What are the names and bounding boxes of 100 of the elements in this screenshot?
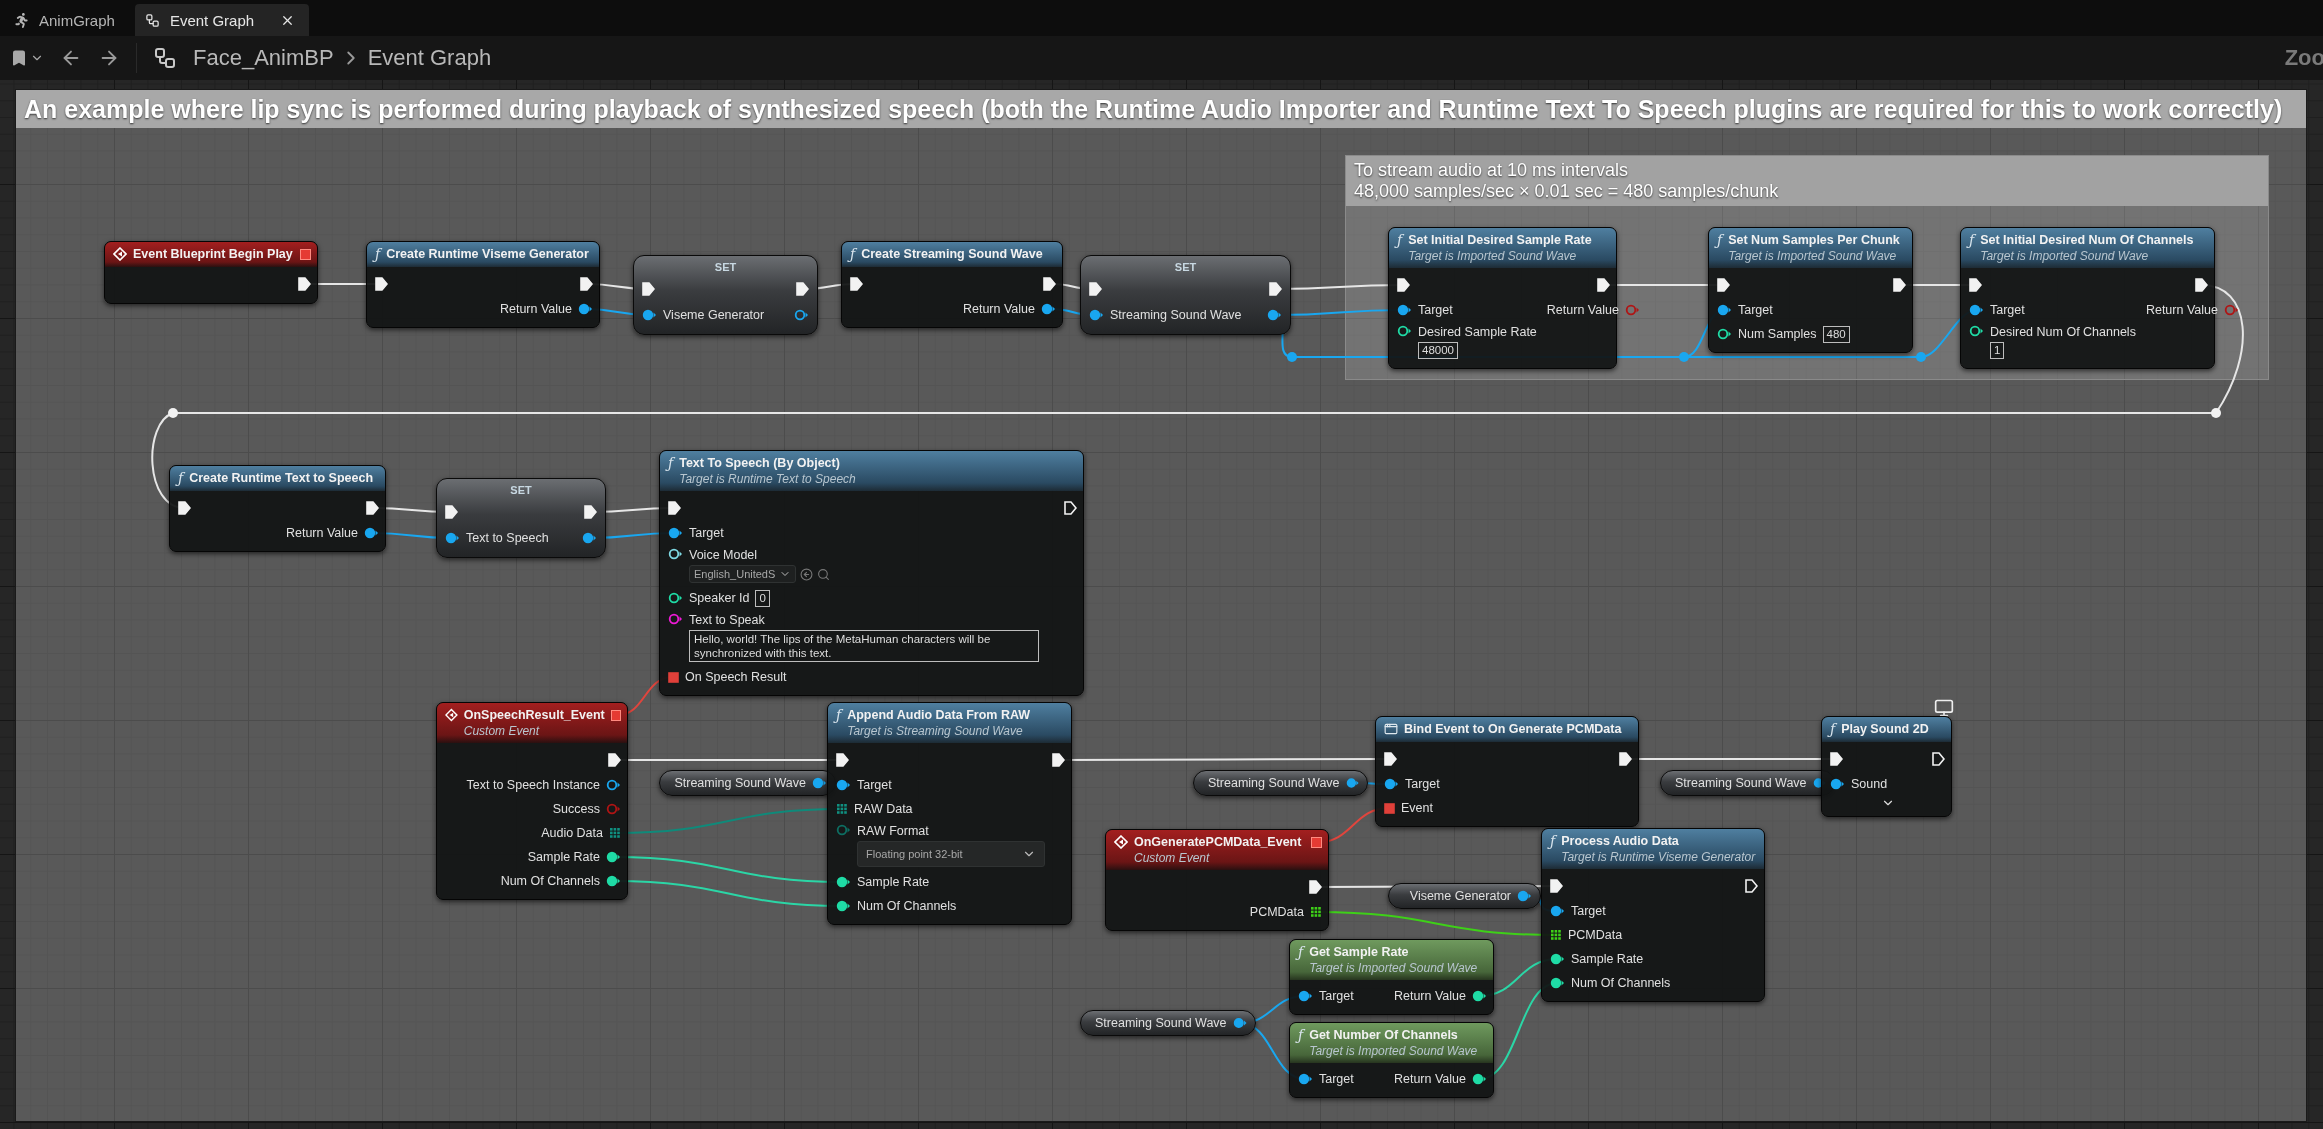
dropdown[interactable]: Floating point 32-bit bbox=[857, 841, 1045, 867]
pin-icon[interactable] bbox=[364, 527, 379, 539]
pin-icon[interactable] bbox=[1550, 905, 1565, 917]
exec-pin-icon[interactable] bbox=[375, 277, 388, 291]
dropdown[interactable]: English_UnitedS bbox=[689, 565, 797, 583]
pin-icon[interactable] bbox=[1830, 778, 1845, 790]
graph-node[interactable]: OnSpeechResult_Event Custom Event Text to Speech Instance Success Audio Data Sample Rate Num Of Channels bbox=[436, 702, 628, 900]
pin-icon[interactable] bbox=[1397, 304, 1412, 316]
graph-node[interactable] bbox=[659, 450, 1084, 696]
graph-node[interactable]: Event Blueprint Begin Play bbox=[104, 241, 318, 304]
exec-pin-icon[interactable] bbox=[298, 277, 311, 291]
exec-pin-icon[interactable] bbox=[1309, 880, 1322, 894]
exec-pin-icon[interactable] bbox=[1089, 282, 1102, 296]
reroute-knot[interactable] bbox=[1287, 352, 1297, 362]
number-field[interactable]: 1 bbox=[1990, 342, 2005, 359]
pin-icon[interactable] bbox=[1472, 1073, 1487, 1085]
pin-icon[interactable] bbox=[836, 876, 851, 888]
exec-pin-icon[interactable] bbox=[1384, 752, 1397, 766]
exec-pin-icon[interactable] bbox=[608, 753, 621, 767]
delegate-pin-icon[interactable] bbox=[610, 710, 621, 721]
exec-pin-icon[interactable] bbox=[1550, 879, 1563, 893]
number-field[interactable]: 480 bbox=[1822, 325, 1850, 343]
pin-icon[interactable] bbox=[1550, 977, 1565, 989]
graph-node[interactable]: ƒ Process Audio Data Target is Runtime Viseme Generator Target PCMData Sample Rate Num Of Channels bbox=[1541, 828, 1765, 1002]
reroute-knot[interactable] bbox=[168, 408, 178, 418]
exec-pin-icon[interactable] bbox=[1052, 753, 1065, 767]
variable-node[interactable]: Streaming Sound Wave bbox=[1080, 1010, 1256, 1036]
variable-node[interactable]: Viseme Generator bbox=[1388, 883, 1541, 909]
pin-icon[interactable] bbox=[1969, 304, 1984, 316]
exec-pin-icon[interactable] bbox=[2195, 278, 2208, 292]
exec-pin-icon[interactable] bbox=[1619, 752, 1632, 766]
pin-icon[interactable] bbox=[606, 851, 621, 863]
pin-icon[interactable] bbox=[606, 779, 621, 791]
exec-pin-icon[interactable] bbox=[1932, 752, 1945, 766]
array-pin-icon[interactable] bbox=[836, 803, 848, 815]
array-pin-icon[interactable] bbox=[1310, 906, 1322, 918]
exec-pin-icon[interactable] bbox=[584, 505, 597, 519]
tab[interactable]: AnimGraph bbox=[4, 4, 129, 36]
pin-icon[interactable] bbox=[582, 532, 597, 544]
breadcrumb-item[interactable]: Event Graph bbox=[367, 45, 492, 71]
graph-node[interactable]: ƒ Create Streaming Sound Wave Return Value bbox=[841, 241, 1063, 328]
set-node[interactable]: SET Streaming Sound Wave bbox=[1080, 255, 1291, 335]
delegate-pin-icon[interactable] bbox=[1384, 802, 1395, 814]
exec-pin-icon[interactable] bbox=[1969, 278, 1982, 292]
exec-pin-icon[interactable] bbox=[836, 753, 849, 767]
number-field[interactable]: 0 bbox=[755, 589, 770, 607]
exec-pin-icon[interactable] bbox=[1397, 278, 1410, 292]
reroute-knot[interactable] bbox=[2211, 408, 2221, 418]
pin-icon[interactable] bbox=[1717, 328, 1732, 340]
pin-icon[interactable] bbox=[668, 527, 683, 539]
exec-pin-icon[interactable] bbox=[1064, 501, 1077, 515]
graph-node[interactable]: ƒ Get Number Of Channels Target is Imported Sound Wave Target Return Value bbox=[1289, 1022, 1494, 1098]
pin-icon[interactable] bbox=[1517, 890, 1532, 902]
set-node[interactable]: SET Text to Speech bbox=[436, 478, 606, 558]
exec-pin-icon[interactable] bbox=[1745, 879, 1758, 893]
exec-pin-icon[interactable] bbox=[1043, 277, 1056, 291]
exec-pin-icon[interactable] bbox=[366, 501, 379, 515]
graph-node[interactable]: ƒ Create Runtime Text to Speech Return Value bbox=[169, 465, 386, 552]
pin-icon[interactable] bbox=[445, 532, 460, 544]
bookmark-icon[interactable] bbox=[10, 49, 28, 67]
graph-node[interactable]: ƒ Play Sound 2D Sound bbox=[1821, 716, 1952, 817]
pin-icon[interactable] bbox=[642, 309, 657, 321]
exec-pin-icon[interactable] bbox=[445, 505, 458, 519]
pin-icon[interactable] bbox=[1384, 778, 1399, 790]
breadcrumb-item[interactable]: Face_AnimBP bbox=[193, 45, 334, 71]
tab[interactable]: Event Graph bbox=[134, 4, 309, 36]
exec-pin-icon[interactable] bbox=[1597, 278, 1610, 292]
pin-icon[interactable] bbox=[2223, 304, 2239, 316]
array-pin-icon[interactable] bbox=[609, 827, 621, 839]
pin-icon[interactable] bbox=[812, 777, 827, 789]
pin-icon[interactable] bbox=[1298, 1073, 1313, 1085]
pin-icon[interactable] bbox=[1232, 1017, 1247, 1029]
exec-pin-icon[interactable] bbox=[1717, 278, 1730, 292]
exec-pin-icon[interactable] bbox=[850, 277, 863, 291]
text-field[interactable]: Hello, world! The lips of the MetaHuman characters will be synchronized with this text. bbox=[689, 630, 1039, 662]
pin-icon[interactable] bbox=[1717, 304, 1732, 316]
graph-node[interactable]: ƒ Create Runtime Viseme Generator Return Value bbox=[366, 241, 600, 328]
pin-icon[interactable] bbox=[1345, 777, 1359, 789]
graph-node[interactable]: OnGeneratePCMData_Event Custom Event PCMData bbox=[1105, 829, 1329, 931]
exec-pin-icon[interactable] bbox=[1830, 752, 1843, 766]
graph-node[interactable]: Bind Event to On Generate PCMData Target Event bbox=[1375, 716, 1639, 827]
number-field[interactable]: 48000 bbox=[1418, 342, 1458, 359]
pin-icon[interactable] bbox=[794, 309, 809, 321]
graph-node[interactable]: ƒ Append Audio Data From RAW Target is Streaming Sound Wave Target RAW Data RAW Format Floating point 32-bit Sample Rate Num Of Channels bbox=[827, 702, 1072, 925]
pin-icon[interactable] bbox=[1298, 990, 1313, 1002]
exec-pin-icon[interactable] bbox=[1269, 282, 1282, 296]
pin-icon[interactable] bbox=[1267, 309, 1282, 321]
pin-icon[interactable] bbox=[1089, 309, 1104, 321]
exec-pin-icon[interactable] bbox=[796, 282, 809, 296]
pin-icon[interactable] bbox=[578, 303, 593, 315]
pin-icon[interactable] bbox=[668, 613, 683, 625]
array-pin-icon[interactable] bbox=[1550, 929, 1562, 941]
pin-icon[interactable] bbox=[668, 548, 683, 560]
search-icon[interactable] bbox=[817, 567, 831, 581]
exec-pin-icon[interactable] bbox=[642, 282, 655, 296]
exec-pin-icon[interactable] bbox=[668, 501, 681, 515]
pin-icon[interactable] bbox=[836, 900, 851, 912]
pin-icon[interactable] bbox=[1550, 953, 1565, 965]
pin-icon[interactable] bbox=[1472, 990, 1487, 1002]
pin-icon[interactable] bbox=[1969, 325, 1984, 337]
